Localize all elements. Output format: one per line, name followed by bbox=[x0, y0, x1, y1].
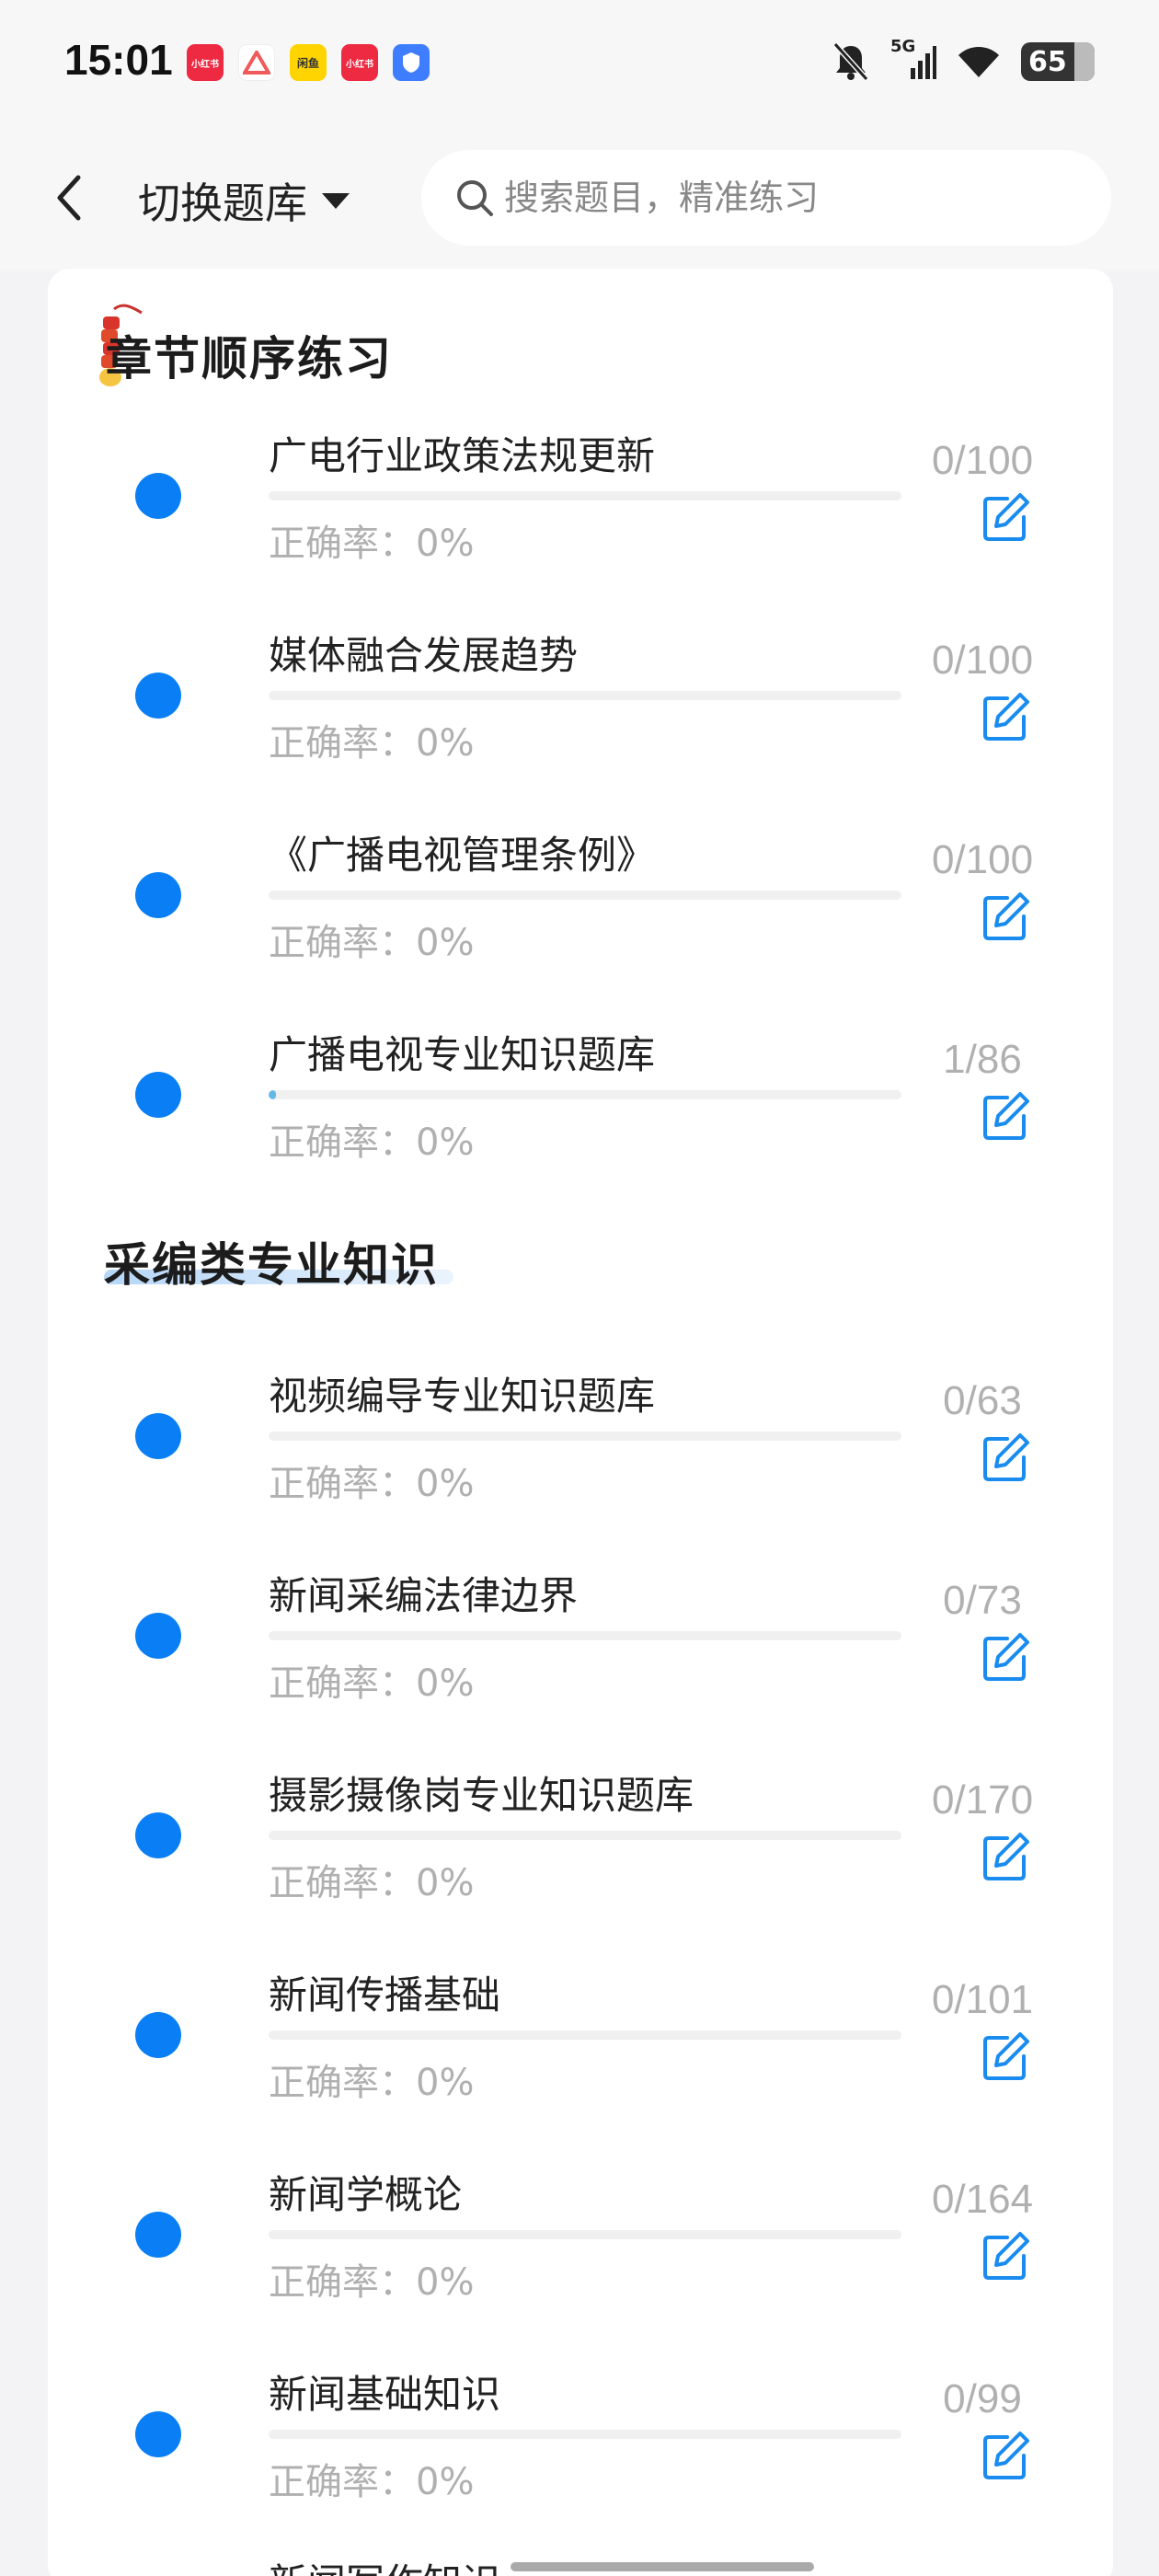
chapter-name: 摄影摄像岗专业知识题库 bbox=[269, 1773, 694, 1818]
question-count: 0/73 bbox=[943, 1578, 1022, 1623]
partial-list-item-label: 新闻写作知识 bbox=[269, 2552, 500, 2576]
list-item[interactable]: 新闻采编法律边界 正确率：0% 0/73 bbox=[48, 1550, 1113, 1734]
status-dot bbox=[135, 1613, 181, 1659]
shield-app-icon bbox=[393, 44, 430, 81]
chapter-name: 《广播电视管理条例》 bbox=[269, 833, 656, 878]
progress-bar-fill bbox=[269, 1090, 276, 1099]
xianyu-app-icon: 闲鱼 bbox=[290, 44, 327, 81]
edit-practice-icon[interactable] bbox=[980, 2430, 1031, 2481]
accuracy-rate: 正确率：0% bbox=[269, 2461, 475, 2503]
home-indicator[interactable] bbox=[511, 2562, 814, 2571]
list-item[interactable]: 摄影摄像岗专业知识题库 正确率：0% 0/170 bbox=[48, 1750, 1113, 1934]
edit-practice-icon[interactable] bbox=[980, 2230, 1031, 2282]
accuracy-rate: 正确率：0% bbox=[269, 1121, 475, 1164]
xiaohongshu-app-icon: 小红书 bbox=[187, 44, 224, 81]
list-item[interactable]: 新闻基础知识 正确率：0% 0/99 bbox=[48, 2349, 1113, 2533]
edit-practice-icon[interactable] bbox=[980, 1631, 1031, 1683]
progress-bar bbox=[269, 2430, 901, 2439]
cellular-signal-icon: 5G bbox=[890, 37, 936, 83]
question-count: 0/164 bbox=[931, 2177, 1034, 2222]
search-bar[interactable] bbox=[421, 150, 1111, 246]
chapter-name: 新闻学概论 bbox=[269, 2172, 463, 2217]
chapter-name: 新闻基础知识 bbox=[269, 2372, 501, 2417]
status-indicators: 5G 65 bbox=[830, 37, 1095, 83]
question-count: 0/170 bbox=[931, 1777, 1034, 1823]
question-count: 0/100 bbox=[931, 438, 1034, 483]
chapter-name: 新闻传播基础 bbox=[269, 1972, 501, 2018]
section-title-editorial-knowledge: 采编类专业知识 bbox=[104, 1238, 439, 1292]
progress-bar bbox=[269, 1831, 901, 1840]
status-dot bbox=[135, 2212, 181, 2258]
notification-app-icon bbox=[238, 44, 275, 81]
progress-bar bbox=[269, 2030, 901, 2040]
caret-down-icon bbox=[322, 193, 350, 209]
top-bar: 切换题库 bbox=[0, 124, 1159, 271]
battery-icon: 65 bbox=[1021, 42, 1095, 81]
progress-bar bbox=[269, 1432, 901, 1441]
status-dot bbox=[135, 473, 181, 519]
accuracy-rate: 正确率：0% bbox=[269, 2062, 475, 2104]
wifi-icon bbox=[958, 47, 999, 77]
accuracy-rate: 正确率：0% bbox=[269, 2261, 475, 2304]
edit-practice-icon[interactable] bbox=[980, 491, 1031, 543]
question-count: 0/100 bbox=[931, 638, 1034, 683]
progress-bar bbox=[269, 691, 901, 700]
list-item[interactable]: 《广播电视管理条例》 正确率：0% 0/100 bbox=[48, 810, 1113, 994]
section-title-chapter-practice: 章节顺序练习 bbox=[106, 332, 393, 385]
edit-practice-icon[interactable] bbox=[980, 691, 1031, 742]
mute-bell-icon bbox=[832, 41, 869, 82]
status-dot bbox=[135, 1413, 181, 1459]
edit-practice-icon[interactable] bbox=[980, 1432, 1031, 1483]
edit-practice-icon[interactable] bbox=[980, 2030, 1031, 2082]
back-button[interactable] bbox=[51, 170, 97, 225]
accuracy-rate: 正确率：0% bbox=[269, 1463, 475, 1505]
status-dot bbox=[135, 673, 181, 719]
progress-bar bbox=[269, 1090, 901, 1099]
status-bar: 15:01 小红书 闲鱼 小红书 5G 65 bbox=[0, 0, 1159, 124]
chapter-name: 媒体融合发展趋势 bbox=[269, 633, 579, 678]
chapter-name: 视频编导专业知识题库 bbox=[269, 1374, 656, 1419]
question-count: 0/101 bbox=[931, 1977, 1034, 2022]
status-dot bbox=[135, 1072, 181, 1118]
list-item[interactable]: 视频编导专业知识题库 正确率：0% 0/63 bbox=[48, 1351, 1113, 1535]
edit-practice-icon[interactable] bbox=[980, 1831, 1031, 1882]
status-dot bbox=[135, 872, 181, 918]
list-item[interactable]: 媒体融合发展趋势 正确率：0% 0/100 bbox=[48, 610, 1113, 794]
search-icon bbox=[457, 180, 493, 216]
question-count: 0/99 bbox=[943, 2376, 1022, 2421]
accuracy-rate: 正确率：0% bbox=[269, 722, 475, 765]
chapter-name: 广播电视专业知识题库 bbox=[269, 1032, 656, 1077]
edit-practice-icon[interactable] bbox=[980, 891, 1031, 942]
list-item[interactable]: 新闻传播基础正确率：0% 0/101 bbox=[48, 1949, 1113, 2133]
edit-practice-icon[interactable] bbox=[980, 1090, 1031, 1142]
switch-bank-label: 切换题库 bbox=[138, 178, 307, 228]
status-time: 15:01 bbox=[64, 36, 173, 84]
accuracy-rate: 正确率：0% bbox=[269, 922, 475, 964]
question-count: 0/63 bbox=[943, 1378, 1022, 1423]
progress-bar bbox=[269, 2230, 901, 2239]
accuracy-rate: 正确率：0% bbox=[269, 1862, 475, 1904]
search-input[interactable] bbox=[504, 178, 1074, 218]
list-item[interactable]: 新闻学概论正确率：0% 0/164 bbox=[48, 2149, 1113, 2333]
notification-app-icons: 小红书 闲鱼 小红书 bbox=[187, 44, 430, 81]
question-count: 0/100 bbox=[931, 837, 1034, 882]
progress-bar bbox=[269, 1631, 901, 1640]
progress-bar bbox=[269, 491, 901, 500]
switch-question-bank-dropdown[interactable]: 切换题库 bbox=[138, 170, 351, 231]
status-dot bbox=[135, 2411, 181, 2457]
chapter-name: 广电行业政策法规更新 bbox=[269, 433, 656, 478]
question-count: 1/86 bbox=[943, 1037, 1022, 1082]
accuracy-rate: 正确率：0% bbox=[269, 523, 475, 565]
chevron-left-icon bbox=[57, 175, 81, 221]
progress-bar bbox=[269, 891, 901, 900]
list-item[interactable]: 广播电视专业知识题库 正确率：0% 1/86 bbox=[48, 1009, 1113, 1193]
xiaohongshu-app-icon: 小红书 bbox=[341, 44, 378, 81]
status-dot bbox=[135, 2012, 181, 2058]
list-item[interactable]: 广电行业政策法规更新 正确率：0% 0/100 bbox=[48, 410, 1113, 594]
status-dot bbox=[135, 1812, 181, 1858]
chapter-name: 新闻采编法律边界 bbox=[269, 1573, 579, 1618]
accuracy-rate: 正确率：0% bbox=[269, 1662, 475, 1705]
